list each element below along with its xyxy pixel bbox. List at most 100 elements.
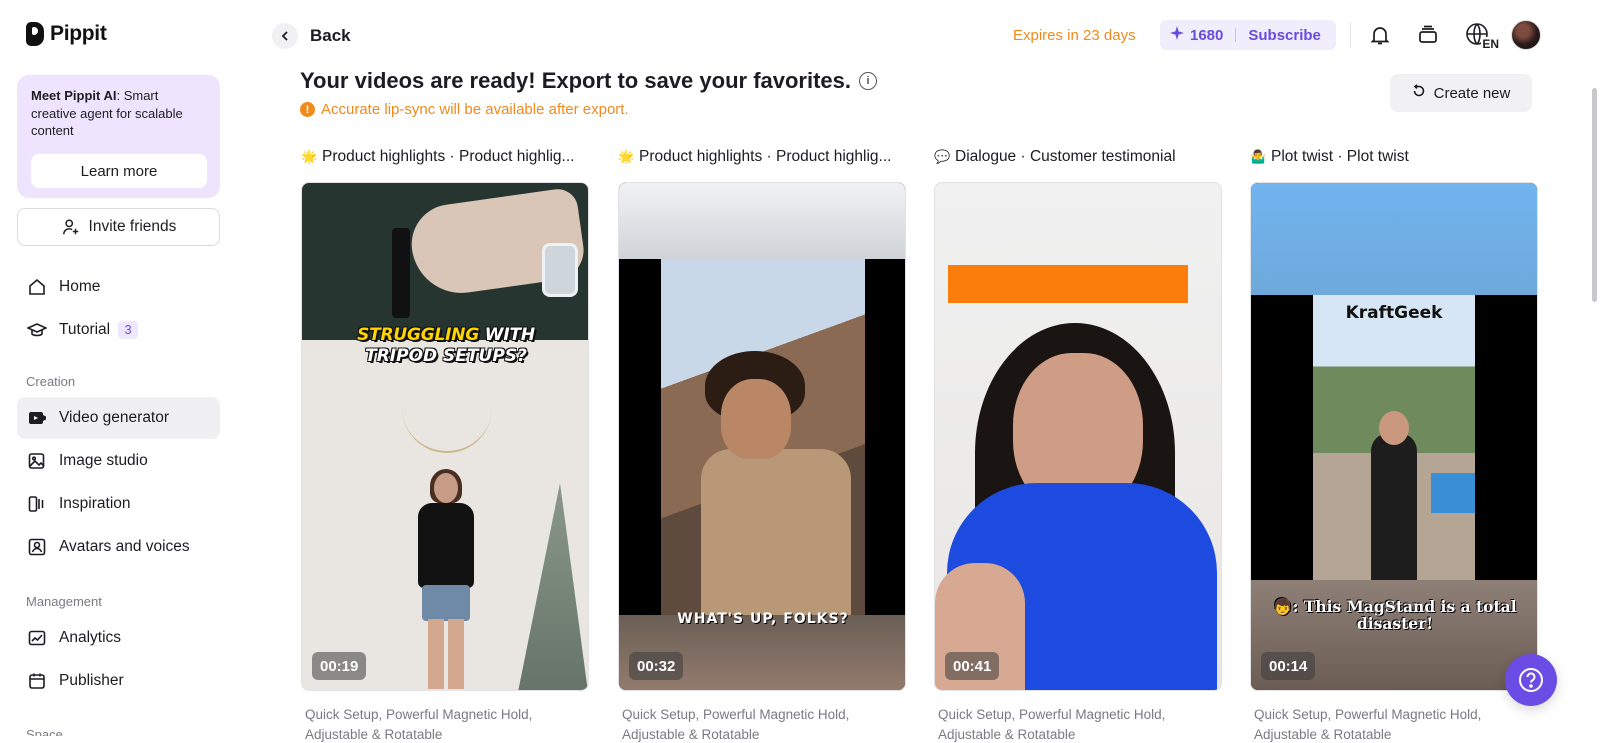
sidebar-item-inspiration[interactable]: Inspiration — [17, 483, 220, 525]
video-card-title-text: Plot twist · Plot twist — [1271, 148, 1409, 165]
speech-bubble-icon: 💬 — [934, 149, 951, 164]
chevron-left-icon — [272, 23, 298, 49]
logo[interactable]: Pippit — [26, 22, 107, 46]
video-duration: 00:14 — [1261, 652, 1316, 680]
section-label-management: Management — [26, 594, 102, 609]
sidebar-item-video-generator[interactable]: Video generator — [17, 397, 220, 439]
video-card-3[interactable]: 💬 Dialogue · Customer testimonial 00:41 … — [934, 146, 1222, 742]
thumbnail-pool-shape — [1431, 473, 1475, 513]
user-avatar[interactable] — [1511, 20, 1541, 50]
sidebar-item-label: Video generator — [59, 409, 170, 426]
video-thumbnail[interactable]: STRUGGLING WITH TRIPOD SETUPS? 00:19 — [301, 182, 589, 691]
add-user-icon — [61, 217, 81, 237]
pippit-logo-icon — [26, 22, 44, 46]
video-card-title: 🌟 Product highlights · Product highlig..… — [618, 146, 906, 168]
language-globe-icon[interactable]: EN — [1464, 21, 1500, 51]
video-description: Quick Setup, Powerful Magnetic Hold, Adj… — [305, 707, 533, 742]
thumbnail-tree-shape — [518, 483, 588, 690]
tutorial-count-badge: 3 — [118, 321, 139, 339]
video-card-title: 🌟 Product highlights · Product highlig..… — [301, 146, 589, 168]
sidebar-item-label: Tutorial — [59, 321, 111, 338]
info-icon[interactable]: i — [859, 72, 878, 90]
invite-label: Invite friends — [88, 218, 177, 235]
create-new-label: Create new — [1433, 84, 1511, 102]
question-mark-icon — [1519, 668, 1543, 692]
sidebar-item-label: Avatars and voices — [59, 538, 190, 555]
sidebar-item-analytics[interactable]: Analytics — [17, 617, 220, 659]
page-title: Your videos are ready! Export to save yo… — [300, 68, 878, 94]
sidebar-item-image-studio[interactable]: Image studio — [17, 440, 220, 482]
section-label-creation: Creation — [26, 374, 76, 389]
page-title-text: Your videos are ready! Export to save yo… — [300, 68, 852, 93]
video-caption-line2: TRIPOD SETUPS? — [365, 346, 527, 366]
back-button[interactable]: Back — [272, 23, 351, 49]
help-button[interactable] — [1505, 654, 1557, 706]
image-studio-icon — [27, 451, 47, 471]
thumbnail-chandelier-shape — [402, 383, 492, 453]
video-card-1[interactable]: 🌟 Product highlights · Product highlig..… — [301, 146, 589, 742]
sidebar-item-label: Image studio — [59, 452, 148, 469]
inspiration-icon — [27, 494, 47, 514]
stack-icon[interactable] — [1414, 21, 1442, 49]
graduation-cap-icon — [27, 320, 47, 340]
promo-title: Meet Pippit AI — [31, 88, 117, 103]
video-card-4[interactable]: 🤷‍♂️ Plot twist · Plot twist KraftGeek 👦… — [1250, 146, 1538, 742]
video-card-title-text: Product highlights · Product highlig... — [639, 148, 892, 165]
sidebar-item-tutorial[interactable]: Tutorial 3 — [17, 309, 220, 351]
video-caption: WHAT'S UP, FOLKS? — [677, 611, 849, 627]
avatar-icon — [27, 537, 47, 557]
analytics-icon — [27, 628, 47, 648]
app-root: Pippit Meet Pippit AI: Smart creative ag… — [0, 0, 1600, 743]
sidebar-item-avatars-and-voices[interactable]: Avatars and voices — [17, 526, 220, 568]
section-label-space: Space — [26, 727, 63, 736]
language-code: EN — [1481, 37, 1500, 51]
thumbnail-person-shape — [1371, 433, 1417, 583]
sidebar: Pippit Meet Pippit AI: Smart creative ag… — [0, 0, 238, 743]
shrug-icon: 🤷‍♂️ — [1250, 149, 1267, 164]
sidebar-item-publisher[interactable]: Publisher — [17, 660, 220, 702]
topbar-divider — [1350, 22, 1351, 48]
sparkle-icon — [1170, 26, 1184, 44]
thumbnail-blur-top — [619, 183, 905, 259]
thumbnail-presenter — [414, 469, 478, 690]
video-brand-text: KraftGeek — [1345, 303, 1443, 323]
refresh-icon — [1412, 84, 1426, 102]
logo-text: Pippit — [50, 22, 107, 45]
warning-icon: ! — [300, 102, 315, 117]
warning-text: Accurate lip-sync will be available afte… — [321, 101, 629, 118]
subscribe-link[interactable]: Subscribe — [1248, 27, 1321, 44]
video-description: Quick Setup, Powerful Magnetic Hold, Adj… — [1254, 707, 1482, 742]
calendar-icon — [27, 671, 47, 691]
video-duration: 00:41 — [945, 652, 1000, 680]
lipsync-warning: ! Accurate lip-sync will be available af… — [300, 101, 629, 118]
expiry-notice[interactable]: Expires in 23 days — [1013, 27, 1136, 44]
page-scrollbar[interactable] — [1592, 88, 1597, 302]
video-description: Quick Setup, Powerful Magnetic Hold, Adj… — [622, 707, 850, 742]
credits-pill[interactable]: 1680 Subscribe — [1160, 20, 1336, 50]
credits-divider — [1235, 28, 1237, 42]
promo-card: Meet Pippit AI: Smart creative agent for… — [17, 75, 220, 198]
video-card-title: 💬 Dialogue · Customer testimonial — [934, 146, 1222, 168]
video-thumbnail[interactable]: 00:41 — [934, 182, 1222, 691]
thumbnail-scene — [661, 259, 865, 617]
video-thumbnail[interactable]: KraftGeek 👦: This MagStand is a total di… — [1250, 182, 1538, 691]
sidebar-item-home[interactable]: Home — [17, 266, 220, 308]
create-new-button[interactable]: Create new — [1390, 74, 1532, 112]
thumbnail-blur-top — [1251, 183, 1537, 295]
caption-rest: WITH — [479, 325, 535, 345]
video-caption-line1: STRUGGLING WITH — [302, 325, 588, 345]
credits-count: 1680 — [1190, 26, 1224, 44]
thumbnail-watch-shape — [542, 243, 578, 297]
video-card-title: 🤷‍♂️ Plot twist · Plot twist — [1250, 146, 1538, 168]
promo-text: Meet Pippit AI: Smart creative agent for… — [31, 87, 206, 140]
video-card-title-text: Product highlights · Product highlig... — [322, 148, 575, 165]
notifications-bell-icon[interactable] — [1366, 21, 1394, 49]
video-card-2[interactable]: 🌟 Product highlights · Product highlig..… — [618, 146, 906, 742]
invite-friends-button[interactable]: Invite friends — [17, 208, 220, 246]
video-caption: 👦: This MagStand is a total disaster! — [1273, 597, 1517, 633]
learn-more-button[interactable]: Learn more — [31, 154, 207, 188]
video-duration: 00:32 — [629, 652, 684, 680]
video-thumbnail[interactable]: WHAT'S UP, FOLKS? 00:32 — [618, 182, 906, 691]
star-icon: 🌟 — [301, 149, 318, 164]
sidebar-item-label: Analytics — [59, 629, 122, 646]
